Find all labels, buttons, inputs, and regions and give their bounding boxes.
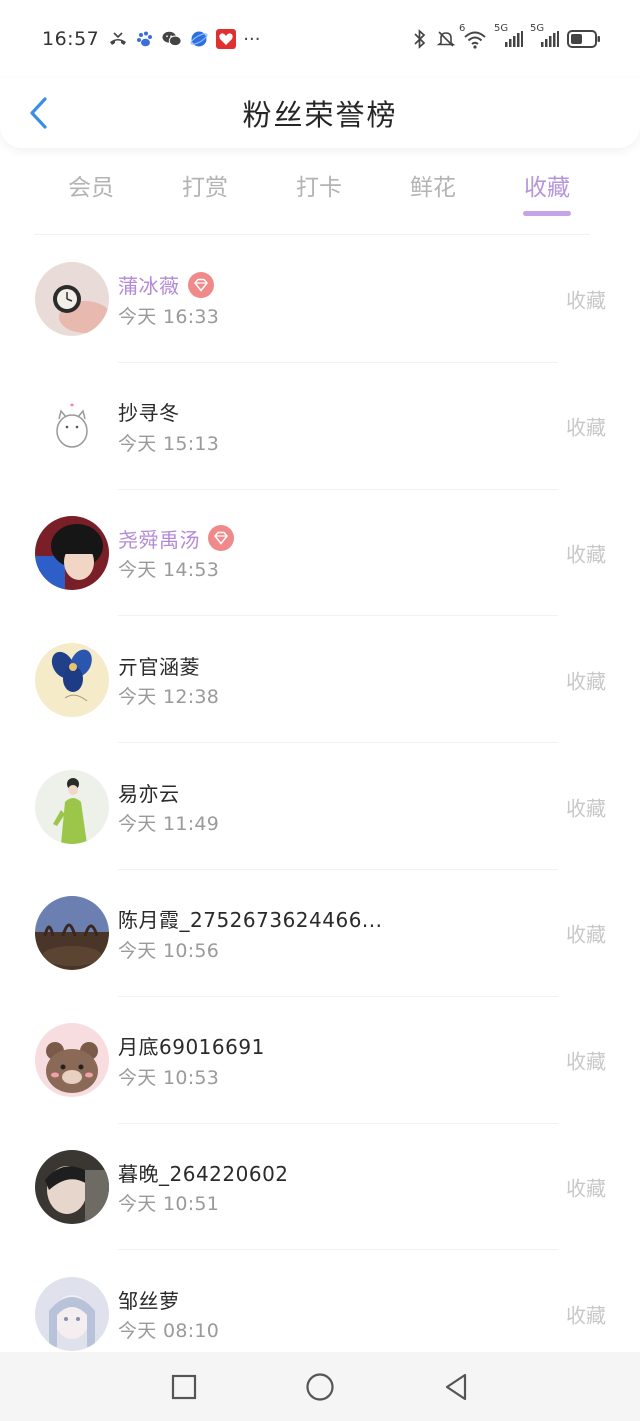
timestamp: 今天 10:53 <box>118 1066 220 1089</box>
bluetooth-icon <box>410 29 430 49</box>
tab-checkin[interactable]: 打卡 <box>262 150 376 220</box>
wifi-label: 6 <box>459 23 466 34</box>
timestamp: 今天 11:49 <box>118 813 220 836</box>
fan-list: 蒲冰薇 今天 16:33 收藏 抄寻冬 今天 15:13 收藏 尧舜禹汤 今天 … <box>0 236 640 1377</box>
user-name: 易亦云 <box>118 781 180 806</box>
signal-5g-icon-1: 5G <box>494 23 524 49</box>
battery-icon <box>566 29 602 49</box>
page-title: 粉丝荣誉榜 <box>242 98 398 132</box>
avatar[interactable] <box>35 769 109 844</box>
more-notifications-icon: ··· <box>243 28 261 50</box>
network-label-2: 5G <box>530 23 545 34</box>
action-label: 收藏 <box>566 1176 606 1201</box>
avatar[interactable] <box>35 515 109 590</box>
list-item[interactable]: 抄寻冬 今天 15:13 收藏 <box>0 363 640 490</box>
network-label-1: 5G <box>494 23 509 34</box>
browser-icon <box>189 29 209 49</box>
avatar[interactable] <box>35 389 109 464</box>
tab-member[interactable]: 会员 <box>34 150 148 220</box>
missed-call-icon <box>108 29 128 49</box>
action-label: 收藏 <box>566 415 606 440</box>
status-time: 16:57 <box>42 28 100 50</box>
user-name: 陈月霞_2752673624466... <box>118 908 383 933</box>
tab-bar: 会员 打赏 打卡 鲜花 收藏 <box>0 150 640 235</box>
list-item[interactable]: 易亦云 今天 11:49 收藏 <box>0 743 640 870</box>
list-item[interactable]: 亓官涵菱 今天 12:38 收藏 <box>0 616 640 743</box>
tab-reward[interactable]: 打赏 <box>148 150 262 220</box>
tab-favorites[interactable]: 收藏 <box>490 150 604 220</box>
wechat-icon <box>162 29 182 49</box>
list-item[interactable]: 蒲冰薇 今天 16:33 收藏 <box>0 236 640 363</box>
list-item[interactable]: 月底69016691 今天 10:53 收藏 <box>0 997 640 1124</box>
user-name: 邹丝萝 <box>118 1288 180 1313</box>
recents-square-icon[interactable] <box>166 1369 202 1405</box>
action-label: 收藏 <box>566 288 606 313</box>
list-item[interactable]: 暮晚_264220602 今天 10:51 收藏 <box>0 1124 640 1251</box>
timestamp: 今天 16:33 <box>118 305 220 328</box>
action-label: 收藏 <box>566 542 606 567</box>
avatar[interactable] <box>35 1023 109 1098</box>
action-label: 收藏 <box>566 796 606 821</box>
back-triangle-icon[interactable] <box>438 1369 474 1405</box>
tab-flowers[interactable]: 鲜花 <box>376 150 490 220</box>
avatar[interactable] <box>35 896 109 971</box>
action-label: 收藏 <box>566 1303 606 1328</box>
app-badge-icon <box>216 29 237 49</box>
action-label: 收藏 <box>566 669 606 694</box>
user-name: 蒲冰薇 <box>118 274 180 299</box>
signal-5g-icon-2: 5G <box>530 23 560 49</box>
user-name: 月底69016691 <box>118 1035 265 1060</box>
timestamp: 今天 14:53 <box>118 559 220 582</box>
page-header: 粉丝荣誉榜 <box>0 78 640 148</box>
user-name: 抄寻冬 <box>118 401 180 426</box>
action-label: 收藏 <box>566 922 606 947</box>
mute-bell-icon <box>436 29 456 49</box>
chevron-left-icon <box>30 97 47 129</box>
avatar[interactable] <box>35 262 109 337</box>
user-name: 尧舜禹汤 <box>118 527 200 552</box>
timestamp: 今天 10:56 <box>118 939 220 962</box>
timestamp: 今天 15:13 <box>118 432 220 455</box>
list-item[interactable]: 陈月霞_2752673624466... 今天 10:56 收藏 <box>0 870 640 997</box>
avatar[interactable] <box>35 1149 109 1224</box>
action-label: 收藏 <box>566 1049 606 1074</box>
timestamp: 今天 12:38 <box>118 686 220 709</box>
avatar[interactable] <box>35 1276 109 1351</box>
timestamp: 今天 08:10 <box>118 1320 220 1343</box>
timestamp: 今天 10:51 <box>118 1193 220 1216</box>
home-circle-icon[interactable] <box>302 1369 338 1405</box>
user-name: 暮晚_264220602 <box>118 1161 289 1186</box>
list-item[interactable]: 尧舜禹汤 今天 14:53 收藏 <box>0 490 640 617</box>
user-name: 亓官涵菱 <box>118 654 200 679</box>
wifi-icon: 6 <box>459 23 488 49</box>
diamond-badge-icon <box>208 525 234 552</box>
avatar[interactable] <box>35 642 109 717</box>
system-nav-bar <box>0 1352 640 1421</box>
baidu-paw-icon <box>135 29 155 49</box>
tabs-divider <box>34 234 590 235</box>
diamond-badge-icon <box>187 271 214 298</box>
status-bar: 16:57 ··· 6 5G 5G <box>0 0 640 78</box>
back-button[interactable] <box>18 88 58 138</box>
